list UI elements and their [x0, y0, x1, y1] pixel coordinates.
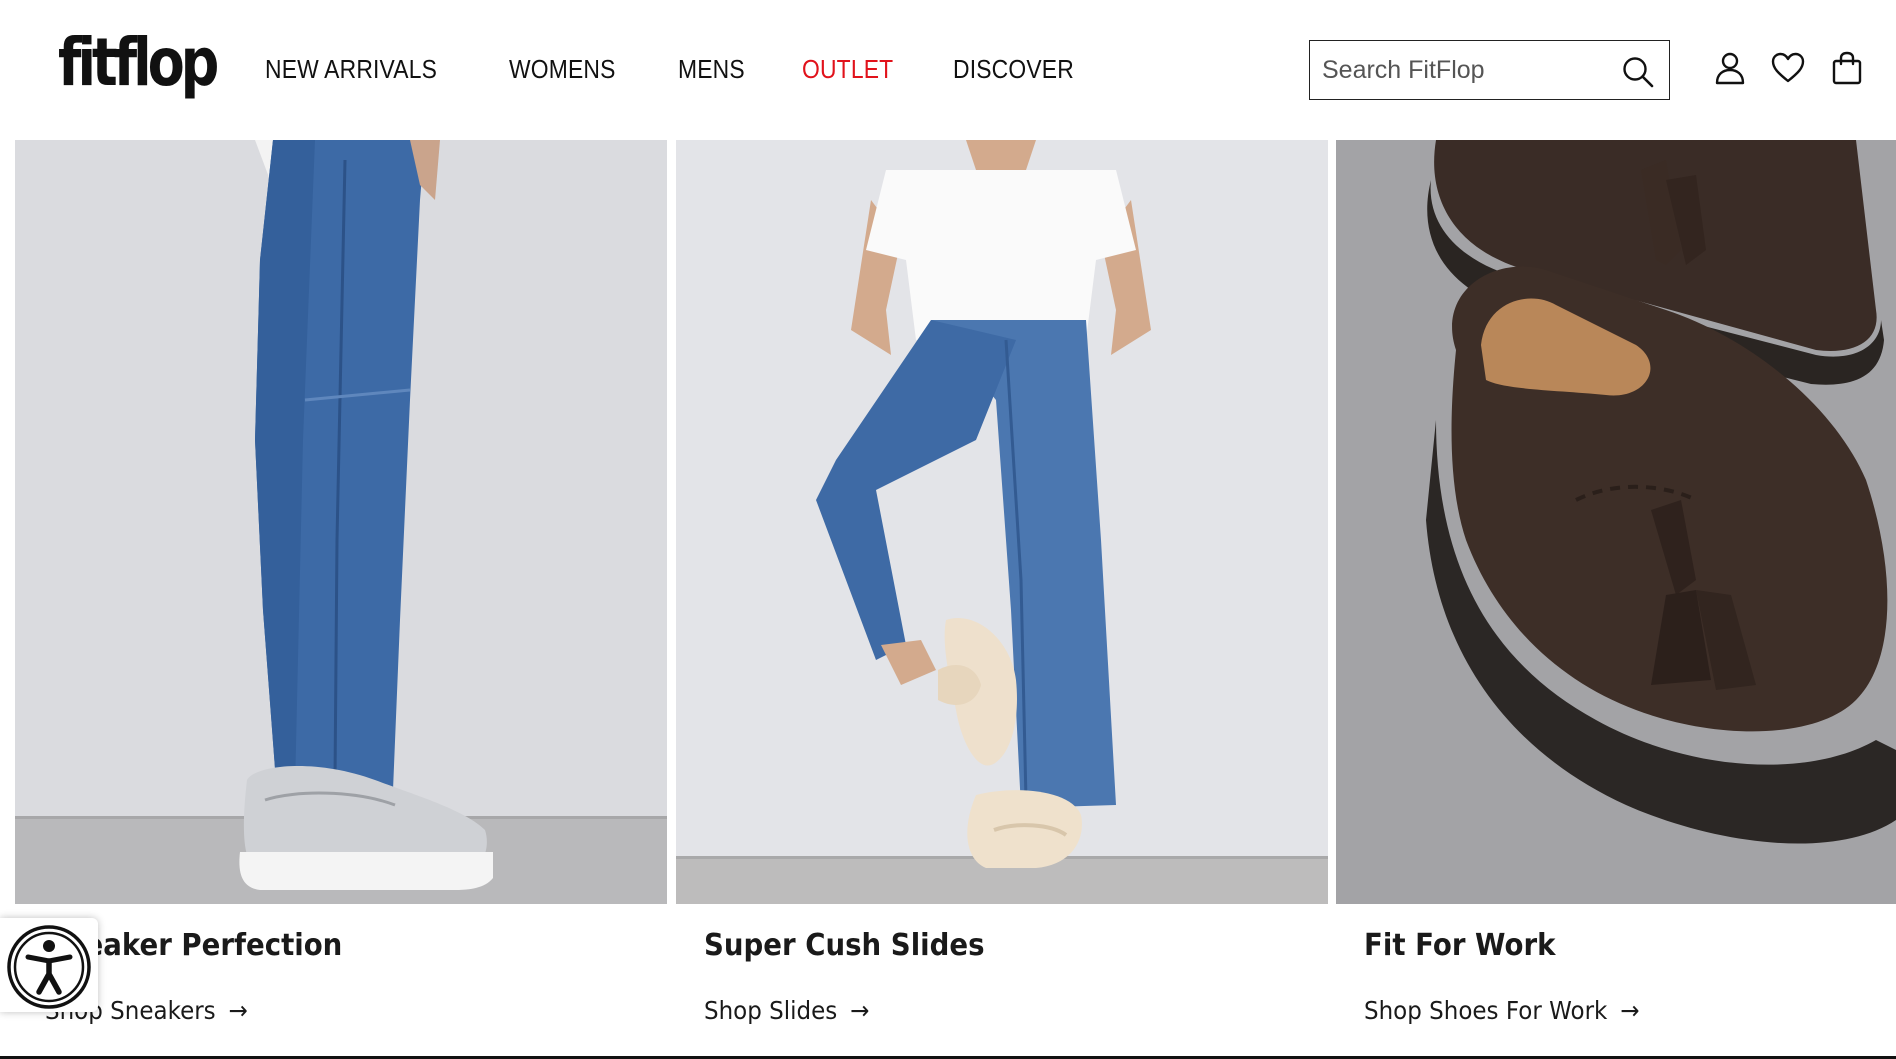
- nav-new-arrivals[interactable]: NEW ARRIVALS: [265, 54, 437, 85]
- link-label[interactable]: Shop Shoes For Work: [1364, 996, 1607, 1025]
- fitflop-logo[interactable]: fitflop: [58, 30, 219, 96]
- category-tile-sneakers[interactable]: Sneaker Perfection Shop Sneakers →: [15, 140, 667, 1025]
- link-label[interactable]: Shop Slides: [704, 996, 837, 1025]
- shop-slides-link[interactable]: Shop Slides →: [704, 996, 869, 1025]
- account-icon[interactable]: [1712, 50, 1748, 86]
- arrow-right-icon: →: [228, 996, 248, 1025]
- search-icon[interactable]: [1621, 55, 1655, 89]
- search-box: [1309, 40, 1670, 100]
- main-nav: NEW ARRIVALS WOMENS MENS OUTLET DISCOVER: [265, 54, 1139, 85]
- accessibility-button[interactable]: [0, 918, 98, 1012]
- bag-icon[interactable]: [1829, 50, 1865, 86]
- site-header: fitflop NEW ARRIVALS WOMENS MENS OUTLET …: [0, 0, 1896, 140]
- nav-discover[interactable]: DISCOVER: [953, 54, 1074, 85]
- nav-outlet[interactable]: OUTLET: [802, 54, 893, 85]
- slides-image[interactable]: [676, 140, 1328, 904]
- nav-womens[interactable]: WOMENS: [509, 54, 616, 85]
- arrow-right-icon: →: [850, 996, 870, 1025]
- wishlist-heart-icon[interactable]: [1770, 50, 1806, 86]
- shop-work-link[interactable]: Shop Shoes For Work →: [1364, 996, 1640, 1025]
- nav-mens[interactable]: MENS: [678, 54, 745, 85]
- tile-title: Super Cush Slides: [704, 928, 985, 963]
- tile-title: Fit For Work: [1364, 928, 1556, 963]
- category-tile-work[interactable]: Fit For Work Shop Shoes For Work →: [1336, 140, 1896, 1025]
- sneakers-image[interactable]: [15, 140, 667, 904]
- work-shoes-image[interactable]: [1336, 140, 1896, 904]
- arrow-right-icon: →: [1620, 996, 1640, 1025]
- category-tile-slides[interactable]: Super Cush Slides Shop Slides →: [676, 140, 1328, 1025]
- search-input[interactable]: [1322, 41, 1612, 99]
- accessibility-icon: [7, 925, 91, 1009]
